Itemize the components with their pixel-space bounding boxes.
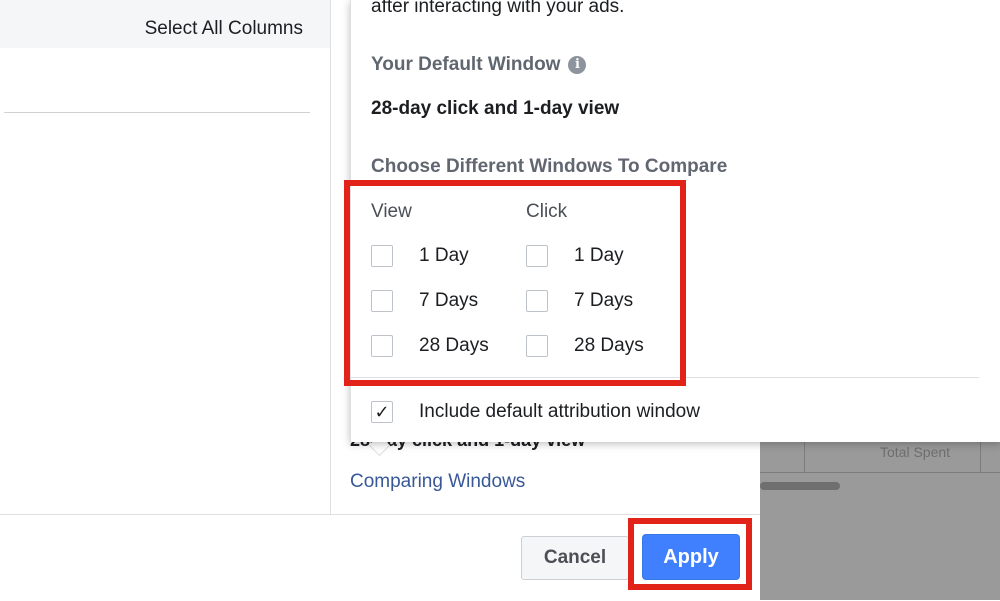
info-icon[interactable]: i <box>568 56 587 74</box>
cancel-button[interactable]: Cancel <box>521 536 629 580</box>
divider <box>4 112 310 113</box>
table-row-divider <box>760 472 1000 473</box>
popup-intro-text: after interacting with your ads. <box>371 0 625 17</box>
include-default-label: Include default attribution window <box>419 401 700 422</box>
select-all-columns-row[interactable]: Select All Columns <box>0 0 330 48</box>
horizontal-scrollbar[interactable] <box>760 482 840 490</box>
column-header-total-spent: Total Spent <box>880 444 951 460</box>
apply-highlight-box <box>628 518 752 590</box>
default-window-value: 28-day click and 1-day view <box>371 98 620 119</box>
include-default-option[interactable]: ✓ Include default attribution window <box>371 399 700 425</box>
report-table-background: Total Spent <box>760 442 1000 600</box>
select-all-columns-label[interactable]: Select All Columns <box>145 18 303 40</box>
include-default-checkbox[interactable]: ✓ <box>371 401 393 423</box>
default-window-title: Your Default Window i <box>371 54 587 76</box>
compare-windows-title: Choose Different Windows To Compare <box>371 156 728 177</box>
comparing-windows-link[interactable]: Comparing Windows <box>350 471 525 493</box>
column-picker-panel: Select All Columns <box>0 0 331 514</box>
table-column-divider <box>804 442 805 472</box>
default-window-title-text: Your Default Window <box>371 54 561 75</box>
checkmark-icon: ✓ <box>374 402 390 422</box>
table-column-divider <box>980 442 981 472</box>
compare-options-highlight-box <box>344 180 686 386</box>
